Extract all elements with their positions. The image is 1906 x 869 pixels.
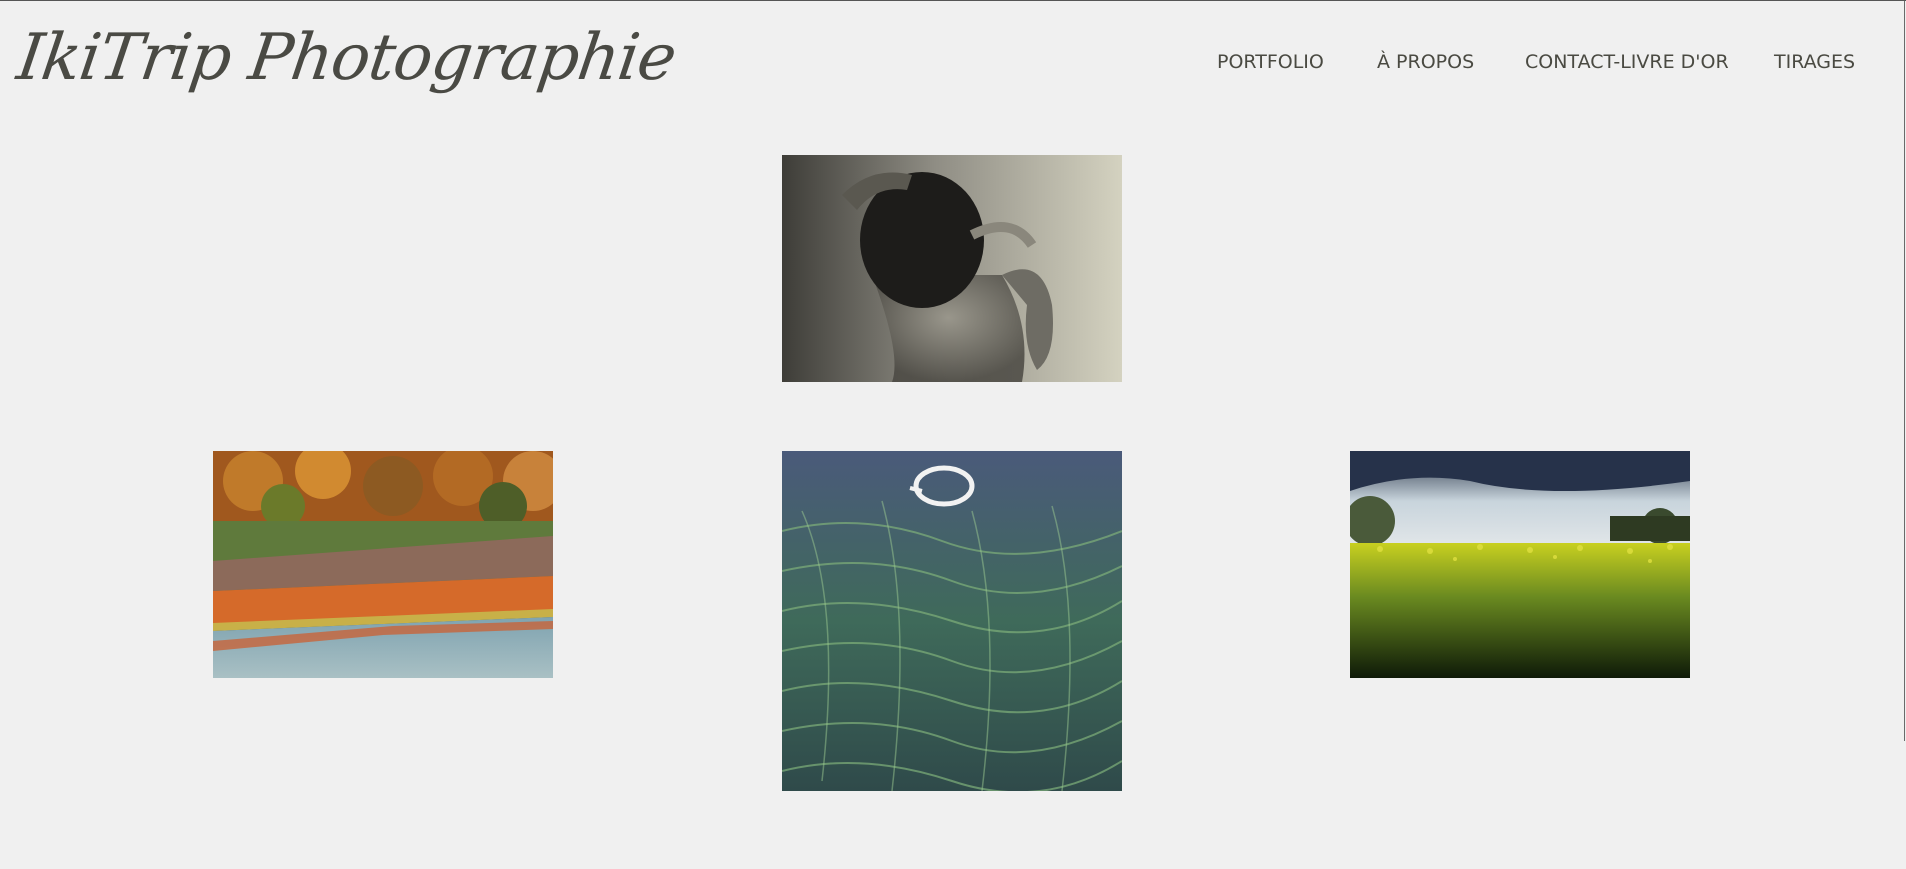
field-image xyxy=(1350,451,1690,678)
gallery-photo-landscape[interactable] xyxy=(213,451,553,678)
landscape-image xyxy=(213,451,553,678)
portrait-image xyxy=(782,155,1122,382)
gallery-photo-water[interactable] xyxy=(782,451,1122,791)
nav-item-contact[interactable]: CONTACT-LIVRE D'OR xyxy=(1525,51,1729,73)
nav-item-portfolio[interactable]: PORTFOLIO xyxy=(1217,51,1324,73)
main-nav: PORTFOLIO À PROPOS CONTACT-LIVRE D'OR TI… xyxy=(0,51,1906,77)
gallery-photo-field[interactable] xyxy=(1350,451,1690,678)
page: IkiTrip Photographie PORTFOLIO À PROPOS … xyxy=(0,0,1906,869)
nav-item-a-propos[interactable]: À PROPOS xyxy=(1377,51,1474,73)
nav-item-tirages[interactable]: TIRAGES xyxy=(1774,51,1855,73)
scrollbar-edge xyxy=(1904,1,1905,741)
gallery-photo-portrait[interactable] xyxy=(782,155,1122,382)
water-image xyxy=(782,451,1122,791)
